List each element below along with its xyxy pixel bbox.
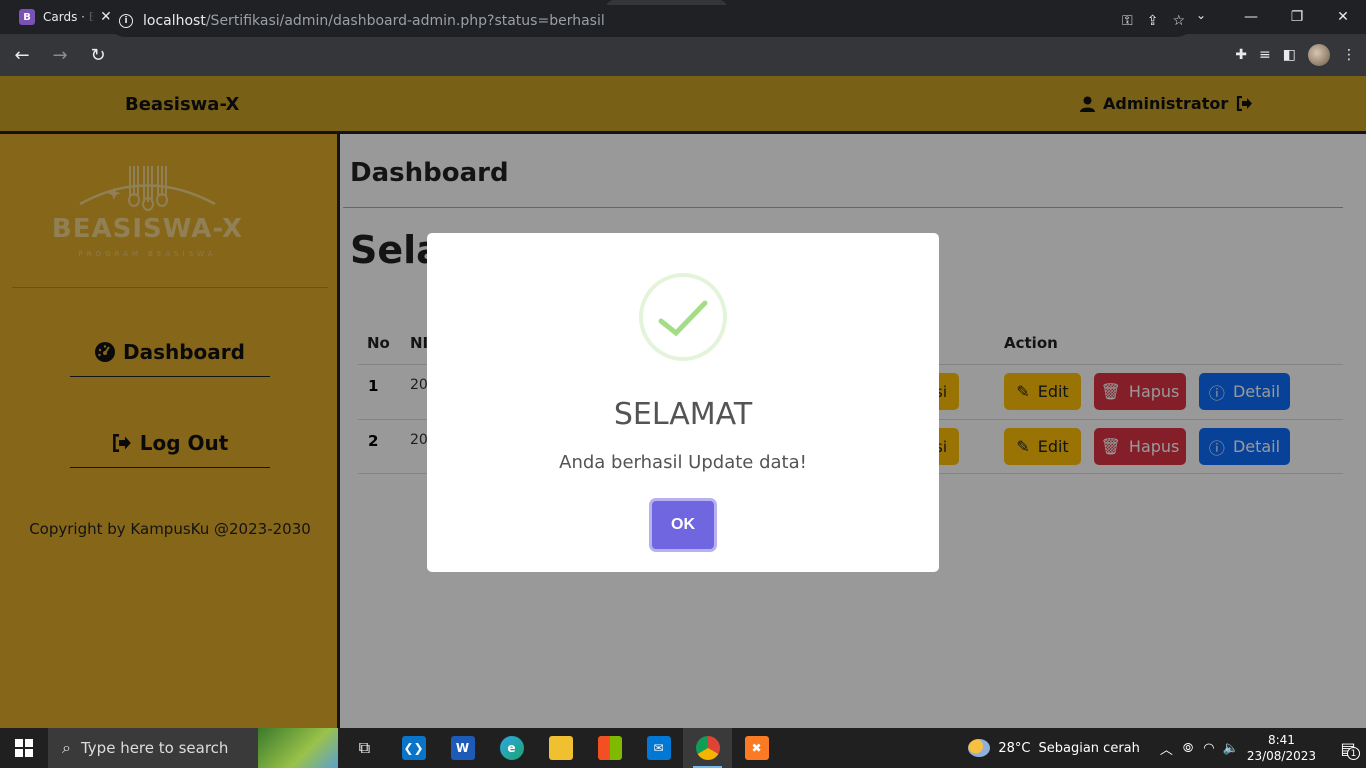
menu-kebab-icon[interactable]: ⋮	[1342, 47, 1356, 63]
close-window-icon[interactable]: ✕	[1320, 0, 1366, 34]
search-placeholder: Type here to search	[80, 739, 229, 757]
clock-date: 23/08/2023	[1246, 749, 1316, 763]
task-view-icon[interactable]: ⧉	[340, 728, 389, 768]
system-tray: 28°C Sebagian cerah ︿ ⦾ ◠ 🔈 8:41 23/08/2…	[968, 728, 1366, 768]
bookmark-star-icon[interactable]: ☆	[1172, 13, 1185, 29]
success-check-icon	[639, 273, 727, 361]
tab-title: Cards · Bootstrap	[43, 10, 94, 24]
mail-icon[interactable]: ✉	[634, 728, 683, 768]
share-icon[interactable]: ⇪	[1147, 13, 1159, 29]
back-arrow-icon[interactable]: ←	[6, 39, 38, 71]
media-control-icon[interactable]: ≡	[1259, 47, 1271, 63]
browser-toolbar: ← → ↻	[0, 34, 1366, 76]
notification-center-icon[interactable]: ▤ 1	[1330, 728, 1366, 768]
dialog-title: SELAMAT	[613, 397, 753, 432]
bootstrap-icon: B	[19, 9, 35, 25]
address-bar[interactable]: i localhost/Sertifikasi/admin/dashboard-…	[109, 5, 1193, 37]
window-controls: — ❐ ✕	[1228, 0, 1366, 34]
reload-icon[interactable]: ↻	[82, 39, 114, 71]
notification-badge: 1	[1347, 747, 1360, 760]
windows-start-icon[interactable]	[0, 728, 48, 768]
search-icon: ⌕	[62, 738, 71, 757]
file-explorer-icon[interactable]	[536, 728, 585, 768]
key-icon[interactable]: ⚿	[1122, 13, 1133, 29]
weather-widget[interactable]: 28°C Sebagian cerah	[968, 739, 1140, 757]
camera-icon[interactable]: ⦾	[1183, 741, 1193, 756]
extensions-puzzle-icon[interactable]: ✚	[1235, 47, 1247, 63]
url-host: localhost	[143, 13, 206, 29]
browser-tab[interactable]: BCards · Bootstrap✕	[1, 0, 122, 34]
url-path: /Sertifikasi/admin/dashboard-admin.php?s…	[205, 13, 605, 29]
clock-time: 8:41	[1267, 733, 1295, 747]
ok-button[interactable]: OK	[652, 501, 714, 549]
edge-icon[interactable]: e	[487, 728, 536, 768]
profile-avatar[interactable]	[1308, 44, 1330, 66]
minimize-icon[interactable]: —	[1228, 0, 1274, 34]
xampp-icon[interactable]: ✖	[732, 728, 781, 768]
dialog-message: Anda berhasil Update data!	[559, 452, 807, 473]
microsoft-store-icon[interactable]	[585, 728, 634, 768]
side-panel-icon[interactable]: ◧	[1283, 47, 1296, 63]
taskbar-search-input[interactable]: ⌕ Type here to search	[48, 728, 338, 768]
chrome-icon[interactable]	[683, 728, 732, 768]
forward-arrow-icon[interactable]: →	[44, 39, 76, 71]
system-clock[interactable]: 8:41 23/08/2023	[1247, 732, 1316, 764]
partly-sunny-icon	[968, 739, 991, 757]
success-dialog: SELAMAT Anda berhasil Update data! OK	[427, 233, 939, 572]
restore-icon[interactable]: ❐	[1274, 0, 1320, 34]
volume-icon[interactable]: 🔈	[1223, 741, 1239, 756]
site-info-icon[interactable]: i	[119, 14, 133, 28]
weather-temp: 28°C	[998, 740, 1031, 756]
search-highlight-image	[258, 728, 338, 768]
chevron-up-icon[interactable]: ︿	[1160, 739, 1173, 758]
weather-text: Sebagian cerah	[1038, 740, 1140, 756]
wifi-icon[interactable]: ◠	[1203, 741, 1214, 756]
word-icon[interactable]: W	[438, 728, 487, 768]
vscode-icon[interactable]: ❮❯	[389, 728, 438, 768]
windows-taskbar: ⌕ Type here to search ⧉ ❮❯ W e ✉ ✖ 28°C …	[0, 728, 1366, 768]
